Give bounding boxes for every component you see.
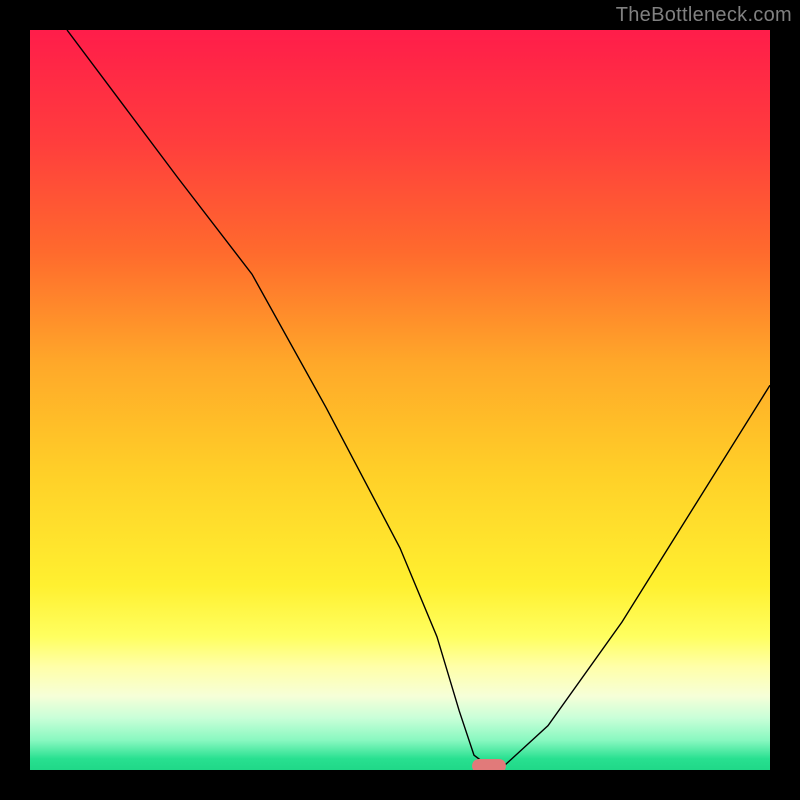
optimal-marker	[472, 759, 506, 770]
watermark-text: TheBottleneck.com	[616, 4, 792, 27]
plot-line-layer	[30, 30, 770, 770]
plot-area	[30, 30, 770, 770]
chart-container: TheBottleneck.com	[0, 0, 800, 800]
bottleneck-curve	[67, 30, 770, 766]
